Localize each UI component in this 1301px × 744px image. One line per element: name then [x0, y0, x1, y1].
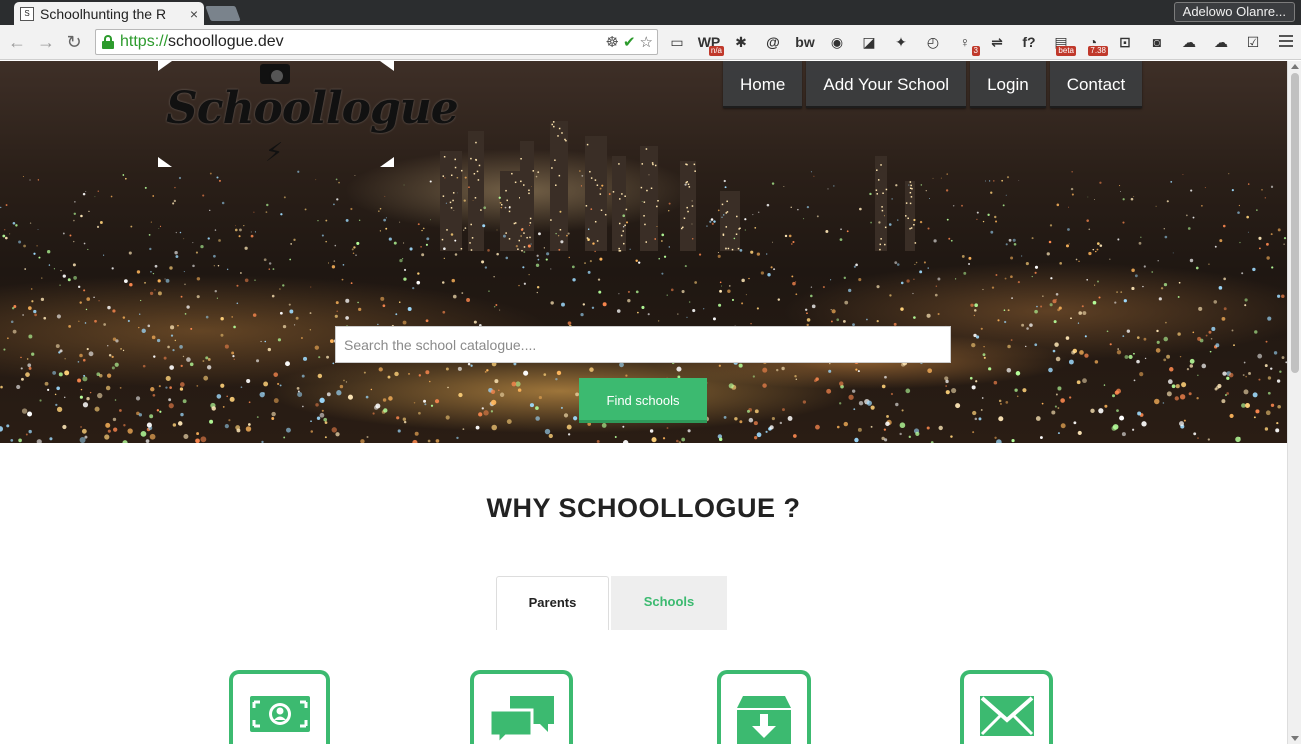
- school-search-input[interactable]: [335, 326, 951, 363]
- envelope-icon: [960, 670, 1053, 744]
- extension-badge: 3: [971, 46, 980, 56]
- tab-close-icon[interactable]: ×: [190, 6, 198, 22]
- nav-contact[interactable]: Contact: [1049, 61, 1143, 108]
- chat-icon: [470, 670, 573, 744]
- profile-button[interactable]: Adelowo Olanre...: [1173, 2, 1295, 22]
- sync-icon[interactable]: ⇌: [984, 30, 1010, 54]
- cloud-icon[interactable]: ☁: [1176, 30, 1202, 54]
- logo-text: Schoollogue: [166, 83, 459, 134]
- menu-icon[interactable]: [1279, 35, 1293, 50]
- scroll-up-icon[interactable]: [1291, 64, 1299, 69]
- scroll-down-icon[interactable]: [1291, 736, 1299, 741]
- nav-login[interactable]: Login: [970, 61, 1046, 108]
- new-tab-button[interactable]: [205, 6, 241, 21]
- find-schools-button[interactable]: Find schools: [579, 378, 707, 423]
- hero-banner: Schoollogue ⚡ Home Add Your School Login…: [0, 61, 1287, 443]
- at-icon[interactable]: @: [760, 30, 786, 54]
- mirror-icon[interactable]: ◪: [856, 30, 882, 54]
- money-icon: [229, 670, 330, 744]
- back-icon[interactable]: ←: [7, 32, 27, 52]
- forward-icon[interactable]: →: [36, 32, 56, 52]
- nav-home[interactable]: Home: [723, 61, 803, 108]
- verify-icon[interactable]: ✔: [623, 33, 636, 51]
- extension-badge: n/a: [708, 46, 724, 56]
- tab-parents[interactable]: Parents: [496, 576, 609, 630]
- extension-toolbar: ▭ WP n/a ✱ @ bw ◉ ◪ ✦ ◴ ♀ 3 ⇌ f? ▤ beta ◔ 7.38 ⊡ ◙ ☁ ☁ ☑: [664, 30, 1266, 56]
- audience-tabs: Parents Schools: [496, 576, 727, 630]
- pocket-icon[interactable]: ⊡: [1112, 30, 1138, 54]
- wp-icon[interactable]: WP n/a: [696, 30, 724, 56]
- favicon-icon: S: [20, 6, 34, 21]
- url-host: schoollogue.dev: [168, 33, 284, 50]
- tab-title: Schoolhunting the R: [40, 5, 167, 22]
- why-section-title: WHY SCHOOLLOGUE ?: [486, 493, 801, 523]
- bookmark-star-icon[interactable]: ☆: [640, 33, 653, 51]
- camera-icon: [260, 64, 290, 84]
- clock-icon[interactable]: ◴: [920, 30, 946, 54]
- nav-add-your-school[interactable]: Add Your School: [806, 61, 967, 108]
- tab-schools[interactable]: Schools: [611, 576, 727, 630]
- archive-download-icon: [717, 670, 811, 744]
- page-viewport: Schoollogue ⚡ Home Add Your School Login…: [0, 61, 1287, 744]
- cloud-outline-icon[interactable]: ☁: [1208, 30, 1234, 54]
- page-scrollbar[interactable]: [1287, 61, 1301, 744]
- extension-badge: beta: [1056, 46, 1076, 56]
- extension-badge: 7.38: [1088, 46, 1108, 56]
- url-scheme: https://: [120, 33, 169, 50]
- bw-icon[interactable]: bw: [792, 30, 818, 54]
- bulb-icon[interactable]: ♀ 3: [952, 30, 980, 56]
- lock-icon: [102, 35, 114, 49]
- browser-titlebar: S Schoolhunting the R × Adelowo Olanre..…: [0, 0, 1301, 25]
- function-icon[interactable]: f?: [1016, 30, 1042, 54]
- extension-badge-icon[interactable]: ☸: [606, 33, 619, 51]
- scrollbar-thumb[interactable]: [1291, 73, 1299, 373]
- browser-toolbar: ← → ↻ https:// schoollogue.dev ☸ ✔ ☆ ▭ WP…: [0, 25, 1301, 60]
- speed-icon[interactable]: ◔ 7.38: [1080, 30, 1108, 56]
- reload-icon[interactable]: ↻: [64, 32, 84, 52]
- monitor-icon[interactable]: ▤ beta: [1048, 30, 1076, 56]
- main-nav: Home Add Your School Login Contact: [723, 61, 1143, 108]
- camera-icon[interactable]: ◙: [1144, 30, 1170, 54]
- address-bar[interactable]: https:// schoollogue.dev ☸ ✔ ☆: [95, 29, 658, 55]
- browser-tab[interactable]: S Schoolhunting the R ×: [14, 2, 204, 25]
- film-icon[interactable]: ◉: [824, 30, 850, 54]
- check-icon[interactable]: ☑: [1240, 30, 1266, 54]
- site-logo[interactable]: Schoollogue ⚡: [158, 61, 459, 167]
- gear-icon[interactable]: ✱: [728, 30, 754, 54]
- cast-icon[interactable]: ▭: [664, 30, 690, 54]
- twitter-icon[interactable]: ✦: [888, 30, 914, 54]
- lightning-icon: ⚡: [265, 137, 284, 167]
